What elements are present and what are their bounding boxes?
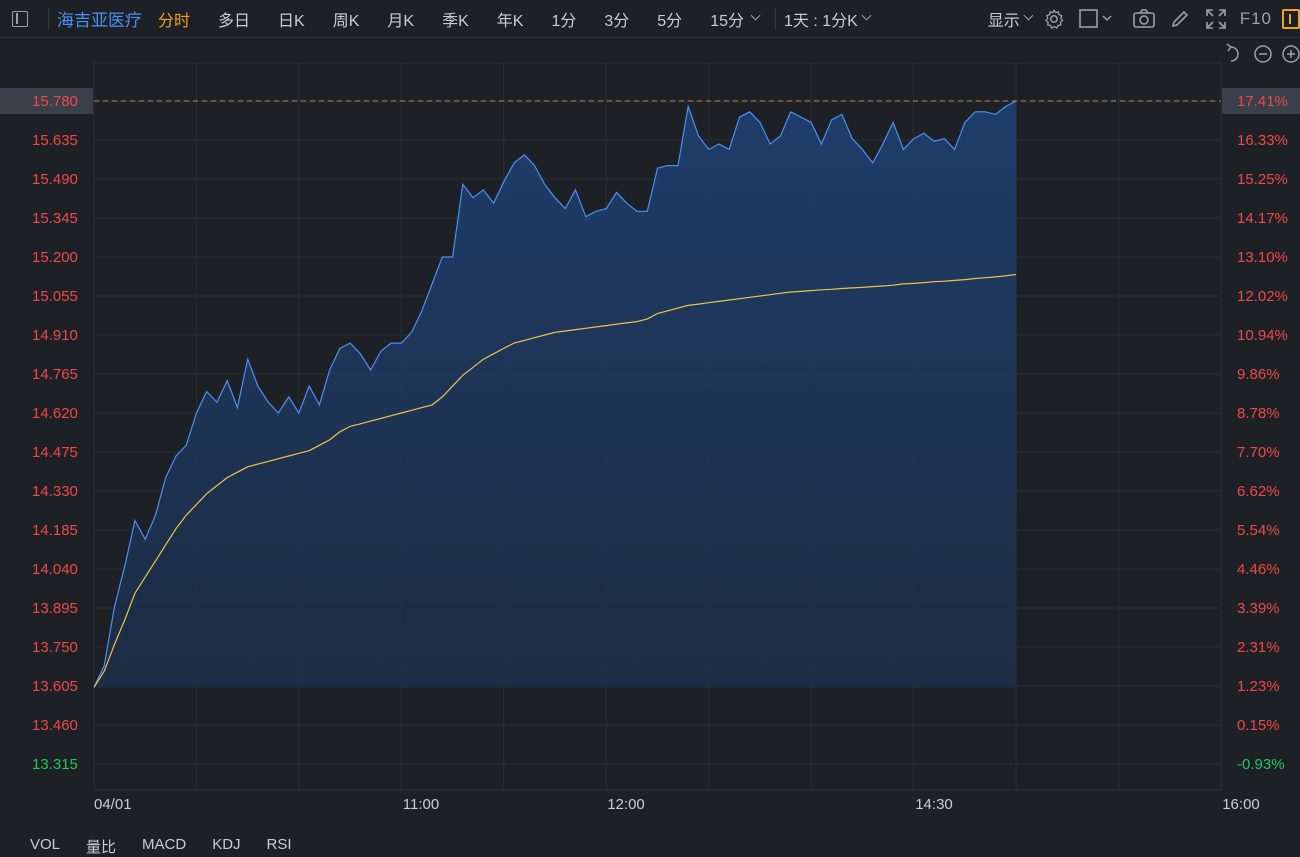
y-tick-label-left: 14.765: [32, 366, 78, 383]
y-tick-label-left: 13.460: [32, 717, 78, 734]
tab-yearly-k[interactable]: 年K: [497, 7, 538, 31]
y-tick-label-left: 14.330: [32, 483, 78, 500]
y-tick-label-right: 2.31%: [1237, 639, 1280, 656]
y-tick-label-right: 10.94%: [1237, 327, 1288, 344]
y-tick-label-right: 13.10%: [1237, 249, 1288, 266]
y-tick-label-right: 1.23%: [1237, 678, 1280, 695]
x-tick-label: 12:00: [607, 796, 645, 813]
chart-area[interactable]: 15.780 15.635 15.490 15.345 15.200 15.055 14.9…: [0, 38, 1300, 818]
y-tick-label-right: 5.54%: [1237, 522, 1280, 539]
sidebar-toggle-icon[interactable]: [12, 10, 28, 27]
zoom-out-icon[interactable]: [1254, 45, 1272, 63]
y-tick-label-right: 7.70%: [1237, 444, 1280, 461]
y-axis-right: 17.41% 16.33% 15.25% 14.17% 13.10% 12.02% 10.9…: [1222, 88, 1300, 773]
y-tick-label-right: 16.33%: [1237, 132, 1288, 149]
series-layer: [93, 100, 1221, 688]
y-tick-label-left: 14.475: [32, 444, 78, 461]
x-tick-label: 16:00: [1222, 796, 1260, 813]
y-tick-label-right: 17.41%: [1237, 93, 1288, 110]
tab-rsi[interactable]: RSI: [267, 836, 292, 856]
toolbar: 海吉亚医疗 分时 多日 日K 周K 月K 季K 年K 1分 3分 5分 15分 …: [0, 0, 1300, 38]
y-axis-left: 15.780 15.635 15.490 15.345 15.200 15.055 14.9…: [0, 88, 93, 773]
chart-controls: [1226, 43, 1300, 63]
undo-arc: [1230, 46, 1239, 62]
tab-quarterly-k[interactable]: 季K: [442, 7, 483, 31]
y-tick-label-left: 13.750: [32, 639, 78, 656]
y-tick-label-right: 0.15%: [1237, 717, 1280, 734]
settings-gear-icon[interactable]: [1040, 5, 1068, 33]
y-tick-label-left: 14.910: [32, 327, 78, 344]
y-tick-label-left: 13.895: [32, 600, 78, 617]
x-tick-label: 11:00: [403, 796, 439, 813]
tab-volume-ratio[interactable]: 量比: [86, 836, 116, 856]
intraday-chart-svg[interactable]: 15.780 15.635 15.490 15.345 15.200 15.055 14.9…: [0, 38, 1300, 818]
indicator-tabs: VOL 量比 MACD KDJ RSI: [30, 836, 292, 856]
tab-weekly-k[interactable]: 周K: [333, 7, 374, 31]
divider: [48, 7, 49, 30]
x-axis: 04/01 11:00 12:00 14:30 16:00: [94, 796, 1260, 813]
y-tick-label-left: 14.040: [32, 561, 78, 578]
side-panel-toggle-icon[interactable]: [1282, 8, 1300, 29]
y-tick-label-right: -0.93%: [1237, 756, 1285, 773]
f10-button[interactable]: F10: [1240, 9, 1272, 29]
stock-name[interactable]: 海吉亚医疗: [57, 6, 142, 31]
y-tick-label-right: 3.39%: [1237, 600, 1280, 617]
divider: [775, 7, 776, 30]
display-label: 显示: [987, 12, 1020, 30]
tab-macd[interactable]: MACD: [142, 836, 186, 856]
interval-label: 1天 : 1分K: [784, 12, 858, 30]
undo-icon[interactable]: [1226, 43, 1239, 62]
x-tick-label: 14:30: [915, 796, 953, 813]
tab-vol[interactable]: VOL: [30, 836, 60, 856]
y-tick-label-left: 14.620: [32, 405, 78, 422]
tab-5min[interactable]: 5分: [657, 7, 696, 31]
y-tick-label-right: 8.78%: [1237, 405, 1280, 422]
y-tick-label-right: 4.46%: [1237, 561, 1280, 578]
y-tick-label-left: 13.315: [32, 756, 78, 773]
more-periods-chevron-icon[interactable]: [750, 10, 761, 21]
y-tick-label-right: 14.17%: [1237, 210, 1288, 227]
y-tick-label-left: 15.200: [32, 249, 78, 266]
fullscreen-icon[interactable]: [1202, 5, 1230, 33]
display-dropdown[interactable]: 显示: [987, 7, 1034, 31]
y-tick-label-right: 15.25%: [1237, 171, 1288, 188]
chart-style-dropdown[interactable]: [1076, 5, 1116, 33]
interval-dropdown[interactable]: 1天 : 1分K: [784, 7, 872, 31]
tab-intraday[interactable]: 分时: [158, 7, 204, 31]
y-tick-label-right: 12.02%: [1237, 288, 1288, 305]
tab-daily-k[interactable]: 日K: [278, 7, 319, 31]
y-tick-label-left: 15.345: [32, 210, 78, 227]
tab-monthly-k[interactable]: 月K: [387, 7, 428, 31]
y-tick-label-left: 15.490: [32, 171, 78, 188]
tab-3min[interactable]: 3分: [604, 7, 643, 31]
pencil-icon[interactable]: [1166, 5, 1194, 33]
y-tick-label-right: 9.86%: [1237, 366, 1280, 383]
y-tick-label-right: 6.62%: [1237, 483, 1280, 500]
camera-icon[interactable]: [1130, 5, 1158, 33]
tab-15min[interactable]: 15分: [710, 7, 748, 31]
tab-kdj[interactable]: KDJ: [212, 836, 240, 856]
tab-1min[interactable]: 1分: [551, 7, 590, 31]
x-tick-label: 04/01: [94, 796, 132, 813]
y-tick-label-left: 14.185: [32, 522, 78, 539]
y-tick-label-left: 13.605: [32, 678, 78, 695]
chevron-down-icon: [861, 10, 872, 21]
tab-multi-day[interactable]: 多日: [218, 7, 264, 31]
undo-arrow: [1226, 43, 1233, 52]
chevron-down-icon: [1023, 10, 1034, 21]
y-tick-label-left: 15.780: [32, 93, 78, 110]
y-tick-label-left: 15.635: [32, 132, 78, 149]
y-tick-label-left: 15.055: [32, 288, 78, 305]
zoom-in-icon[interactable]: [1282, 45, 1300, 63]
